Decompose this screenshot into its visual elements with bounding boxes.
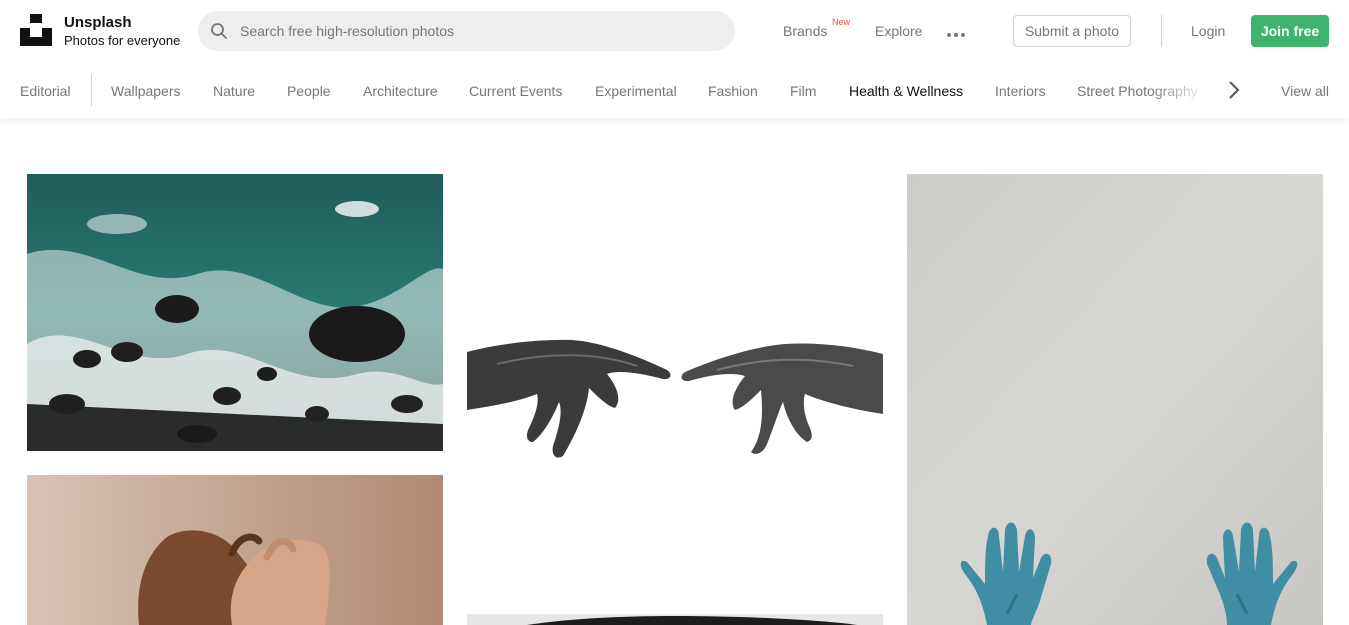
submit-photo-button[interactable]: Submit a photo (1013, 15, 1131, 47)
category-current-events[interactable]: Current Events (469, 83, 562, 99)
photo-reaching-hands[interactable] (467, 174, 883, 594)
brand-tagline: Photos for everyone (64, 33, 181, 48)
category-fade (1150, 62, 1220, 118)
category-people[interactable]: People (287, 83, 331, 99)
more-horizontal-icon[interactable] (946, 26, 966, 37)
join-free-button[interactable]: Join free (1251, 15, 1329, 47)
explore-link[interactable]: Explore (875, 22, 922, 40)
category-editorial[interactable]: Editorial (20, 83, 71, 99)
category-wallpapers[interactable]: Wallpapers (111, 83, 181, 99)
category-experimental[interactable]: Experimental (595, 83, 677, 99)
category-divider (91, 74, 92, 106)
category-film[interactable]: Film (790, 83, 816, 99)
photo-pinky-promise[interactable] (27, 475, 443, 625)
new-badge: New (832, 17, 851, 27)
brands-link[interactable]: Brands (783, 22, 827, 40)
brand-name: Unsplash (64, 14, 132, 31)
login-link[interactable]: Login (1191, 22, 1225, 40)
photo-blue-gloved-hands[interactable] (907, 174, 1323, 625)
search-bar[interactable] (198, 11, 735, 51)
category-health-wellness[interactable]: Health & Wellness (849, 83, 963, 99)
category-nature[interactable]: Nature (213, 83, 255, 99)
header-divider (1161, 15, 1162, 47)
category-nav: Editorial Wallpapers Nature People Archi… (0, 62, 1349, 118)
photo-ocean-waves[interactable] (27, 174, 443, 451)
category-fashion[interactable]: Fashion (708, 83, 758, 99)
search-icon[interactable] (210, 22, 228, 40)
unsplash-logo-icon[interactable] (20, 14, 52, 46)
photo-black-and-white-partial[interactable] (467, 614, 883, 625)
category-interiors[interactable]: Interiors (995, 83, 1046, 99)
brand-link[interactable]: Unsplash Photos for everyone (64, 14, 180, 49)
top-header: Unsplash Photos for everyone Brands New … (0, 0, 1349, 62)
search-input[interactable] (240, 11, 720, 51)
category-architecture[interactable]: Architecture (363, 83, 438, 99)
chevron-right-icon[interactable] (1222, 78, 1246, 102)
category-view-all[interactable]: View all (1281, 83, 1329, 99)
